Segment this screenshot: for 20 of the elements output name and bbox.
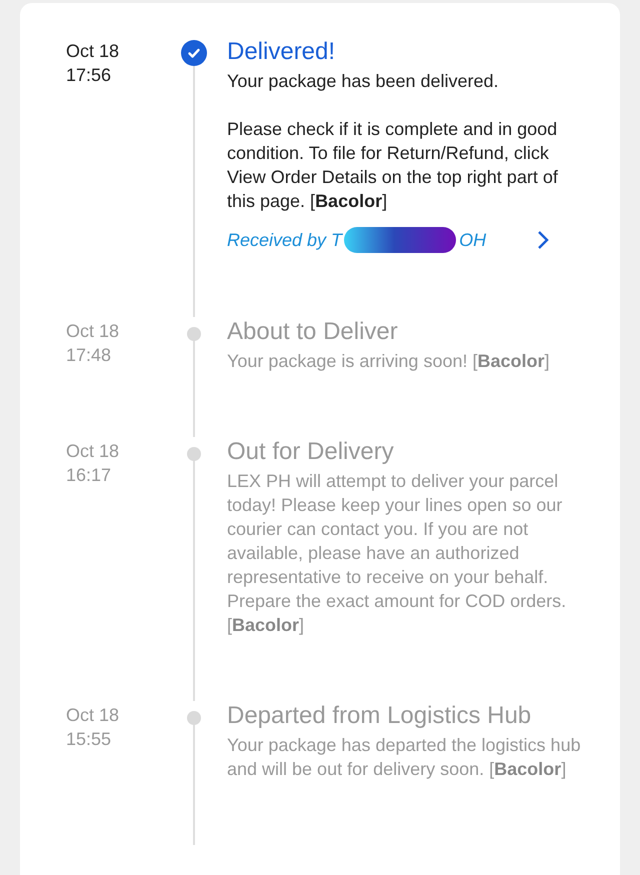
- event-description: Your package has been delivered.: [227, 70, 500, 93]
- event-title: About to Deliver: [227, 317, 399, 347]
- event-time: 15:55: [66, 728, 112, 751]
- event-title: Out for Delivery: [227, 437, 395, 467]
- event-description: LEX PH will attempt to deliver your parcel today! Please keep your lines open so our courier can contact you. If you are not available, please have an authorized representative to receive on your behalf. Prepare the exact amount for COD orders. [Bacolor]: [227, 470, 568, 637]
- chevron-right-icon[interactable]: [536, 229, 550, 251]
- event-title: Delivered!: [227, 37, 336, 67]
- event-date: Oct 18: [66, 40, 120, 63]
- event-time: 16:17: [66, 464, 112, 487]
- event-date: Oct 18: [66, 440, 120, 463]
- event-title: Departed from Logistics Hub: [227, 701, 532, 731]
- event-description: Your package is arriving soon! [Bacolor]: [227, 350, 551, 373]
- event-time: 17:56: [66, 64, 112, 87]
- receiver-text: OH: [459, 230, 486, 250]
- event-date: Oct 18: [66, 320, 120, 343]
- event-time: 17:48: [66, 344, 112, 367]
- receiver-text: Received by T: [227, 230, 342, 250]
- event-description: Please check if it is complete and in good condition. To file for Return/Refund, click View Order Details on the top right part of this page. [Bacolor]: [227, 118, 559, 213]
- event-date: Oct 18: [66, 704, 120, 727]
- event-description: Your package has departed the logistics hub and will be out for delivery soon. [Bacolor]: [227, 734, 582, 781]
